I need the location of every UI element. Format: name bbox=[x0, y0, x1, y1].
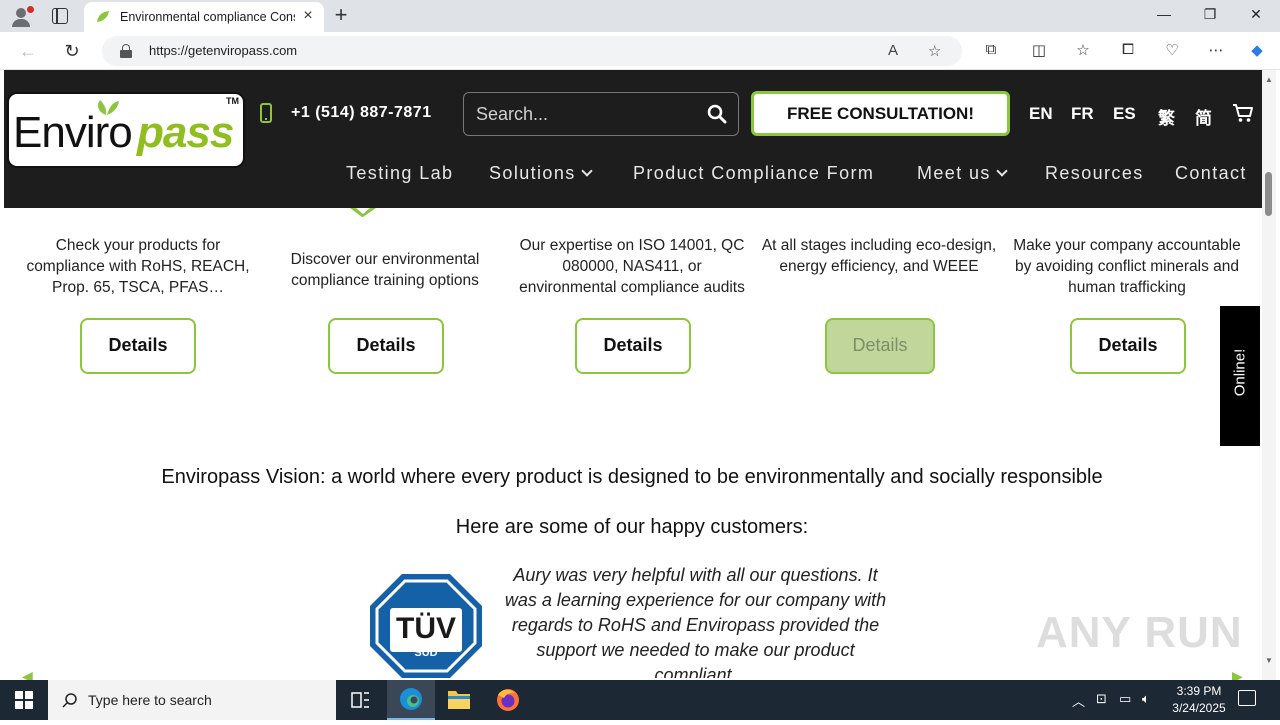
card-text-training: Discover our environmental compliance tr… bbox=[290, 251, 480, 289]
customers-heading: Here are some of our happy customers: bbox=[455, 516, 809, 538]
sud-logo-text: SÜD bbox=[414, 646, 437, 659]
anyrun-watermark: ANY RUN bbox=[1036, 608, 1243, 657]
favorites-icon[interactable]: ☆ bbox=[1072, 41, 1094, 59]
clock-time: 3:39 PM bbox=[1176, 684, 1222, 698]
menu-testing-lab[interactable]: Testing Lab bbox=[346, 163, 453, 184]
minimize-button[interactable]: — bbox=[1154, 6, 1174, 22]
lang-zh-traditional-link[interactable]: 繁 bbox=[1158, 104, 1175, 129]
tab-title: Environmental compliance Cons bbox=[120, 10, 295, 24]
testimonial-quote: Aury was very helpful with all our quest… bbox=[504, 565, 887, 678]
chevron-down-icon bbox=[996, 165, 1008, 177]
scroll-down-icon[interactable]: ▼ bbox=[1265, 656, 1273, 665]
extensions-icon[interactable]: ⧉ bbox=[980, 41, 1002, 58]
scroll-up-icon[interactable]: ▲ bbox=[1265, 75, 1273, 84]
back-icon[interactable]: ← bbox=[16, 40, 40, 62]
network-icon[interactable]: ▭ bbox=[1119, 691, 1131, 707]
card-text-audits: Our expertise on ISO 14001, QC 080000, N… bbox=[519, 237, 745, 296]
profile-icon[interactable] bbox=[10, 6, 34, 28]
partial-leaf-icon bbox=[350, 208, 376, 217]
favorite-star-icon[interactable]: ☆ bbox=[928, 42, 941, 60]
free-consultation-button[interactable]: FREE CONSULTATION! bbox=[751, 91, 1010, 136]
browser-tab-active[interactable]: Environmental compliance Cons × bbox=[84, 2, 324, 32]
card-text-eco-design: At all stages including eco-design, ener… bbox=[761, 237, 997, 275]
logo-text-pass: pass bbox=[137, 108, 234, 157]
cart-icon[interactable] bbox=[1232, 102, 1254, 124]
details-button-conflict-minerals[interactable]: Details bbox=[1070, 318, 1186, 374]
enviropass-logo[interactable]: Enviro pass TM bbox=[7, 92, 245, 168]
close-window-button[interactable]: ✕ bbox=[1246, 6, 1266, 23]
windows-taskbar: Type here to search ︿ ⊡ ▭ 🔈︎ 3:39 PM 3/2… bbox=[0, 680, 1280, 720]
card-text-conflict-minerals: Make your company accountable by avoidin… bbox=[1013, 237, 1241, 296]
url-bar[interactable]: https://getenviropass.com A ☆ bbox=[102, 36, 962, 66]
restore-button[interactable]: ❐ bbox=[1200, 6, 1220, 23]
notifications-icon[interactable] bbox=[1238, 690, 1256, 706]
read-aloud-icon[interactable]: A bbox=[888, 42, 898, 59]
chevron-down-icon bbox=[580, 165, 593, 177]
refresh-icon[interactable]: ↻ bbox=[60, 40, 84, 62]
lang-zh-simplified-link[interactable]: 简 bbox=[1195, 104, 1212, 129]
tab-actions-icon[interactable] bbox=[52, 8, 68, 24]
site-search-input[interactable] bbox=[476, 102, 696, 126]
tuv-sud-logo: TÜV SÜD bbox=[370, 574, 482, 678]
taskbar-search-placeholder: Type here to search bbox=[88, 692, 212, 708]
taskbar-search-box[interactable]: Type here to search bbox=[48, 680, 336, 720]
phone-number-link[interactable]: +1 (514) 887-7871 bbox=[291, 104, 432, 122]
url-text[interactable]: https://getenviropass.com bbox=[149, 43, 297, 58]
copilot-icon[interactable]: ◆ bbox=[1246, 41, 1268, 59]
more-options-icon[interactable]: ⋯ bbox=[1205, 41, 1227, 59]
close-tab-icon[interactable]: × bbox=[300, 8, 316, 24]
new-tab-button[interactable]: + bbox=[331, 4, 351, 26]
lang-en-link[interactable]: EN bbox=[1029, 104, 1053, 124]
page-scrollbar[interactable]: ▲ ▼ bbox=[1262, 70, 1276, 680]
browser-tab-bar: Environmental compliance Cons × + — ❐ ✕ bbox=[0, 0, 1280, 32]
details-button-audits[interactable]: Details bbox=[575, 318, 691, 374]
lang-fr-link[interactable]: FR bbox=[1071, 104, 1094, 124]
online-chat-label: Online! bbox=[1231, 348, 1249, 397]
leaf-favicon-icon bbox=[97, 11, 109, 22]
menu-solutions[interactable]: Solutions bbox=[489, 163, 593, 184]
site-search-box bbox=[463, 92, 739, 136]
details-button-product-compliance[interactable]: Details bbox=[80, 318, 196, 374]
collections-icon[interactable]: ⧠ bbox=[1117, 41, 1139, 58]
site-header: Enviro pass TM +1 (514) 887-7871 FREE CO… bbox=[4, 70, 1262, 208]
windows-start-icon[interactable] bbox=[15, 691, 33, 709]
task-view-icon[interactable] bbox=[336, 680, 384, 720]
scrollbar-thumb[interactable] bbox=[1265, 172, 1272, 216]
browser-essentials-icon[interactable]: ♡ bbox=[1161, 41, 1183, 59]
details-button-training[interactable]: Details bbox=[328, 318, 444, 374]
clock-date: 3/24/2025 bbox=[1172, 701, 1226, 715]
address-bar-row: ← ↻ https://getenviropass.com A ☆ ⧉ ◫ ☆ … bbox=[0, 32, 1280, 70]
search-icon bbox=[62, 693, 77, 708]
search-icon[interactable] bbox=[707, 104, 727, 124]
logo-text-enviro: Enviro bbox=[13, 108, 133, 157]
logo-trademark: TM bbox=[226, 96, 239, 106]
online-chat-tab[interactable]: Online! bbox=[1220, 306, 1260, 446]
menu-contact[interactable]: Contact bbox=[1175, 163, 1247, 184]
split-screen-icon[interactable]: ◫ bbox=[1028, 41, 1050, 59]
lock-icon[interactable] bbox=[120, 44, 132, 58]
menu-resources[interactable]: Resources bbox=[1045, 163, 1144, 184]
firefox-icon[interactable] bbox=[484, 680, 532, 720]
file-explorer-icon[interactable] bbox=[435, 680, 483, 720]
lang-es-link[interactable]: ES bbox=[1113, 104, 1136, 124]
phone-icon bbox=[260, 103, 272, 123]
services-section: Check your products for compliance with … bbox=[4, 208, 1262, 408]
vision-statement: Enviropass Vision: a world where every p… bbox=[161, 466, 1103, 488]
menu-product-compliance-form[interactable]: Product Compliance Form bbox=[633, 163, 874, 184]
tuv-logo-text: TÜV bbox=[396, 612, 456, 645]
menu-meet-us[interactable]: Meet us bbox=[917, 163, 1008, 184]
system-tray-device-icon[interactable]: ⊡ bbox=[1096, 691, 1107, 707]
edge-taskbar-icon[interactable] bbox=[387, 680, 435, 720]
card-text-product-compliance: Check your products for compliance with … bbox=[26, 237, 250, 296]
volume-icon[interactable]: 🔈︎ bbox=[1142, 691, 1150, 707]
show-hidden-icons-chevron-icon[interactable]: ︿ bbox=[1072, 691, 1085, 710]
details-button-eco-design[interactable]: Details bbox=[825, 318, 935, 374]
taskbar-clock[interactable]: 3:39 PM 3/24/2025 bbox=[1162, 683, 1236, 717]
